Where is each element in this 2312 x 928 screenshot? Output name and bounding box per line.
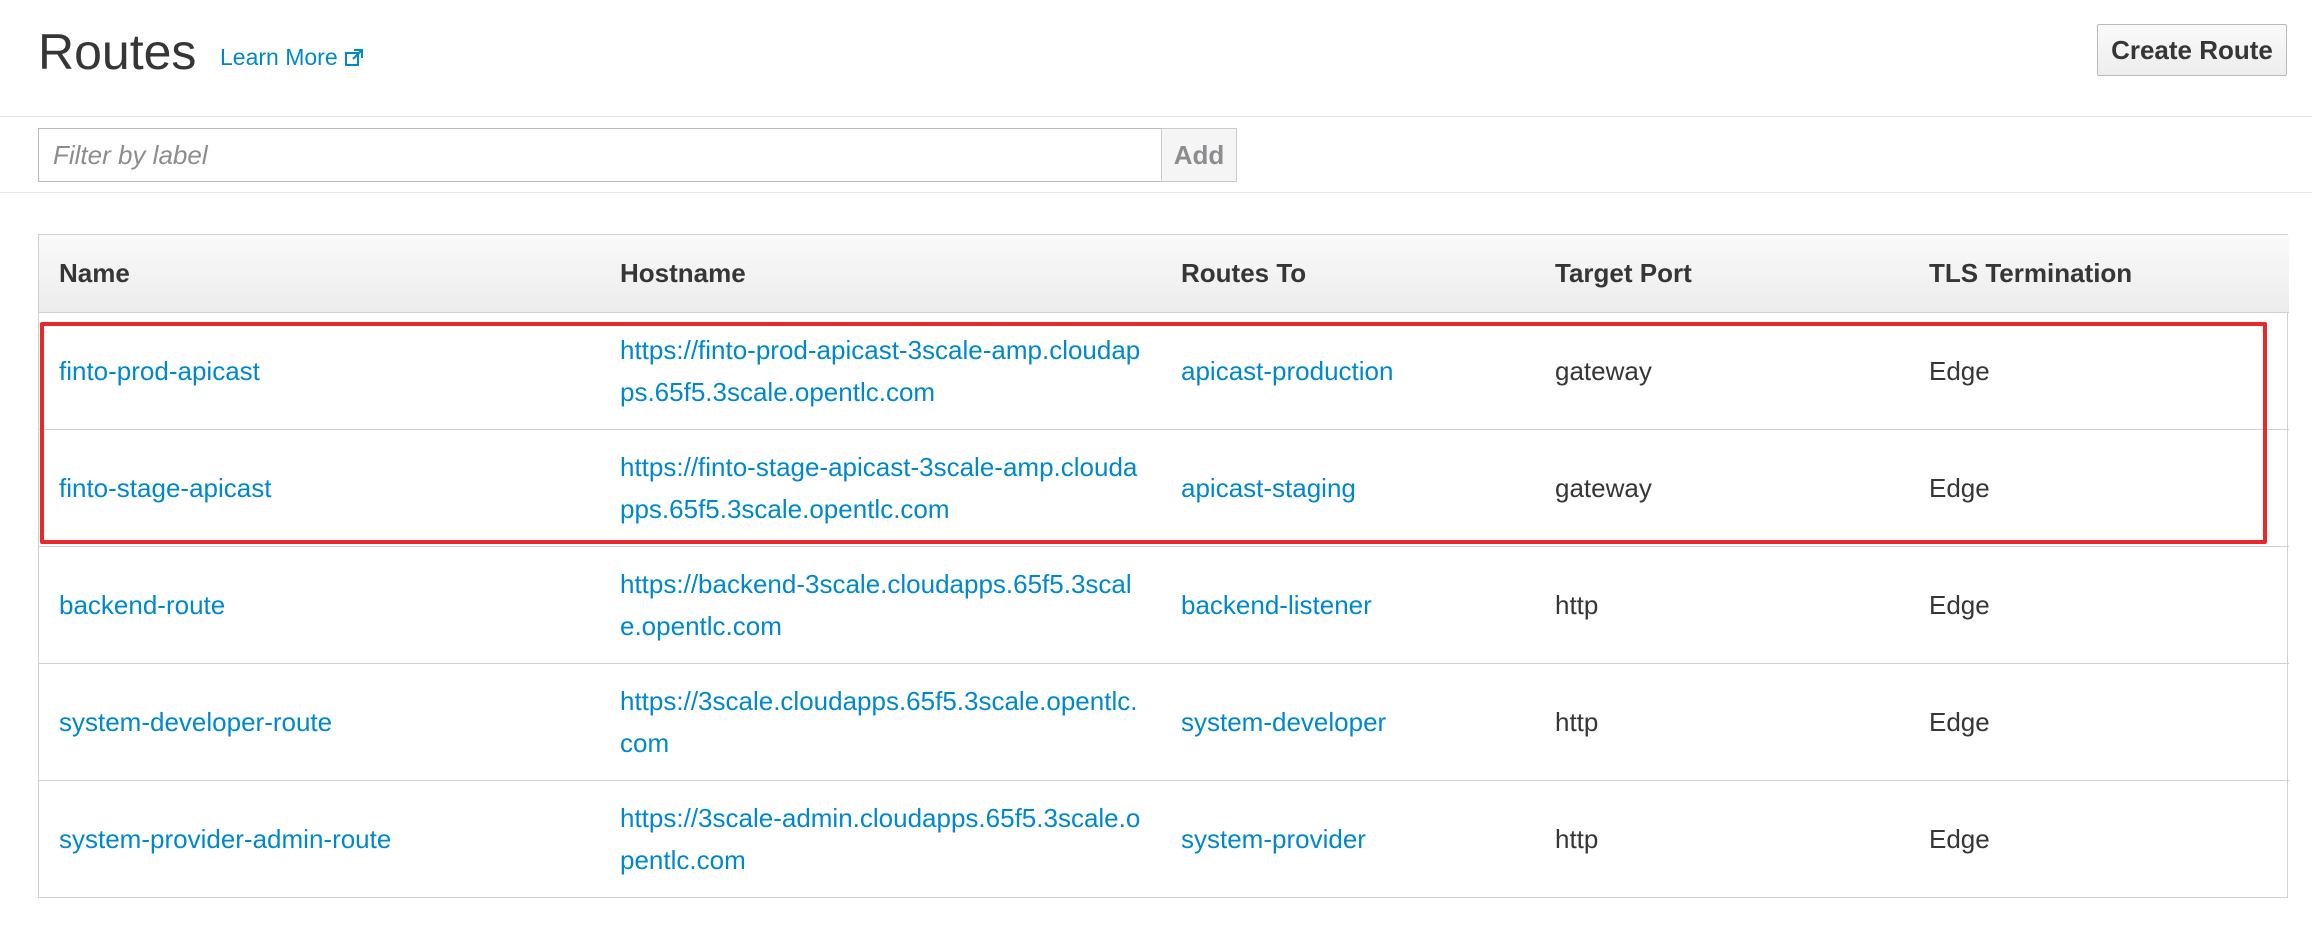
routes-table: Name Hostname Routes To Target Port TLS … [38, 234, 2289, 898]
service-link[interactable]: system-developer [1181, 707, 1386, 737]
filter-toolbar: Add [0, 117, 2312, 193]
column-header-name[interactable]: Name [39, 235, 600, 313]
service-link[interactable]: system-provider [1181, 824, 1366, 854]
filter-by-label-input[interactable] [38, 128, 1162, 182]
hostname-link[interactable]: https://3scale-admin.cloudapps.65f5.3sca… [620, 803, 1140, 875]
external-link-icon [344, 48, 364, 68]
table-row: finto-stage-apicast https://finto-stage-… [39, 428, 2289, 546]
table-row: backend-route https://backend-3scale.clo… [39, 545, 2289, 663]
target-port: http [1535, 545, 1909, 663]
tls-termination: Edge [1909, 662, 2289, 780]
add-filter-button[interactable]: Add [1161, 128, 1237, 182]
page-title: Routes [38, 24, 197, 80]
column-header-routes-to[interactable]: Routes To [1161, 235, 1535, 313]
learn-more-link[interactable]: Learn More [220, 44, 364, 71]
hostname-link[interactable]: https://3scale.cloudapps.65f5.3scale.ope… [620, 686, 1137, 758]
tls-termination: Edge [1929, 355, 1990, 386]
target-port: gateway [1535, 428, 1909, 546]
hostname-link[interactable]: https://backend-3scale.cloudapps.65f5.3s… [620, 569, 1132, 641]
target-port: http [1535, 662, 1909, 780]
route-name-link[interactable]: backend-route [59, 590, 225, 620]
route-name-link[interactable]: system-developer-route [59, 707, 332, 737]
column-header-target-port[interactable]: Target Port [1535, 235, 1909, 313]
service-link[interactable]: apicast-production [1181, 356, 1393, 386]
create-route-button[interactable]: Create Route [2097, 24, 2287, 76]
table-row: finto-prod-apicast https://finto-prod-ap… [39, 312, 2289, 429]
hostname-link[interactable]: https://finto-prod-apicast-3scale-amp.cl… [620, 335, 1140, 407]
tls-termination: Edge [1909, 545, 2289, 663]
target-port: gateway [1555, 355, 1652, 386]
service-link[interactable]: apicast-staging [1181, 473, 1356, 503]
table-row: system-provider-admin-route https://3sca… [39, 779, 2289, 897]
learn-more-label: Learn More [220, 44, 338, 70]
route-name-link[interactable]: system-provider-admin-route [59, 824, 391, 854]
tls-termination: Edge [1909, 779, 2289, 897]
column-header-tls-termination[interactable]: TLS Termination [1909, 235, 2289, 313]
table-row: system-developer-route https://3scale.cl… [39, 662, 2289, 780]
service-link[interactable]: backend-listener [1181, 590, 1372, 620]
page-header: Routes Learn More Create Route [0, 0, 2312, 117]
table-header-row: Name Hostname Routes To Target Port TLS … [39, 235, 2289, 313]
target-port: http [1535, 779, 1909, 897]
column-header-hostname[interactable]: Hostname [600, 235, 1161, 313]
route-name-link[interactable]: finto-prod-apicast [59, 356, 260, 386]
hostname-link[interactable]: https://finto-stage-apicast-3scale-amp.c… [620, 452, 1137, 524]
route-name-link[interactable]: finto-stage-apicast [59, 473, 271, 503]
tls-termination: Edge [1909, 428, 2289, 546]
